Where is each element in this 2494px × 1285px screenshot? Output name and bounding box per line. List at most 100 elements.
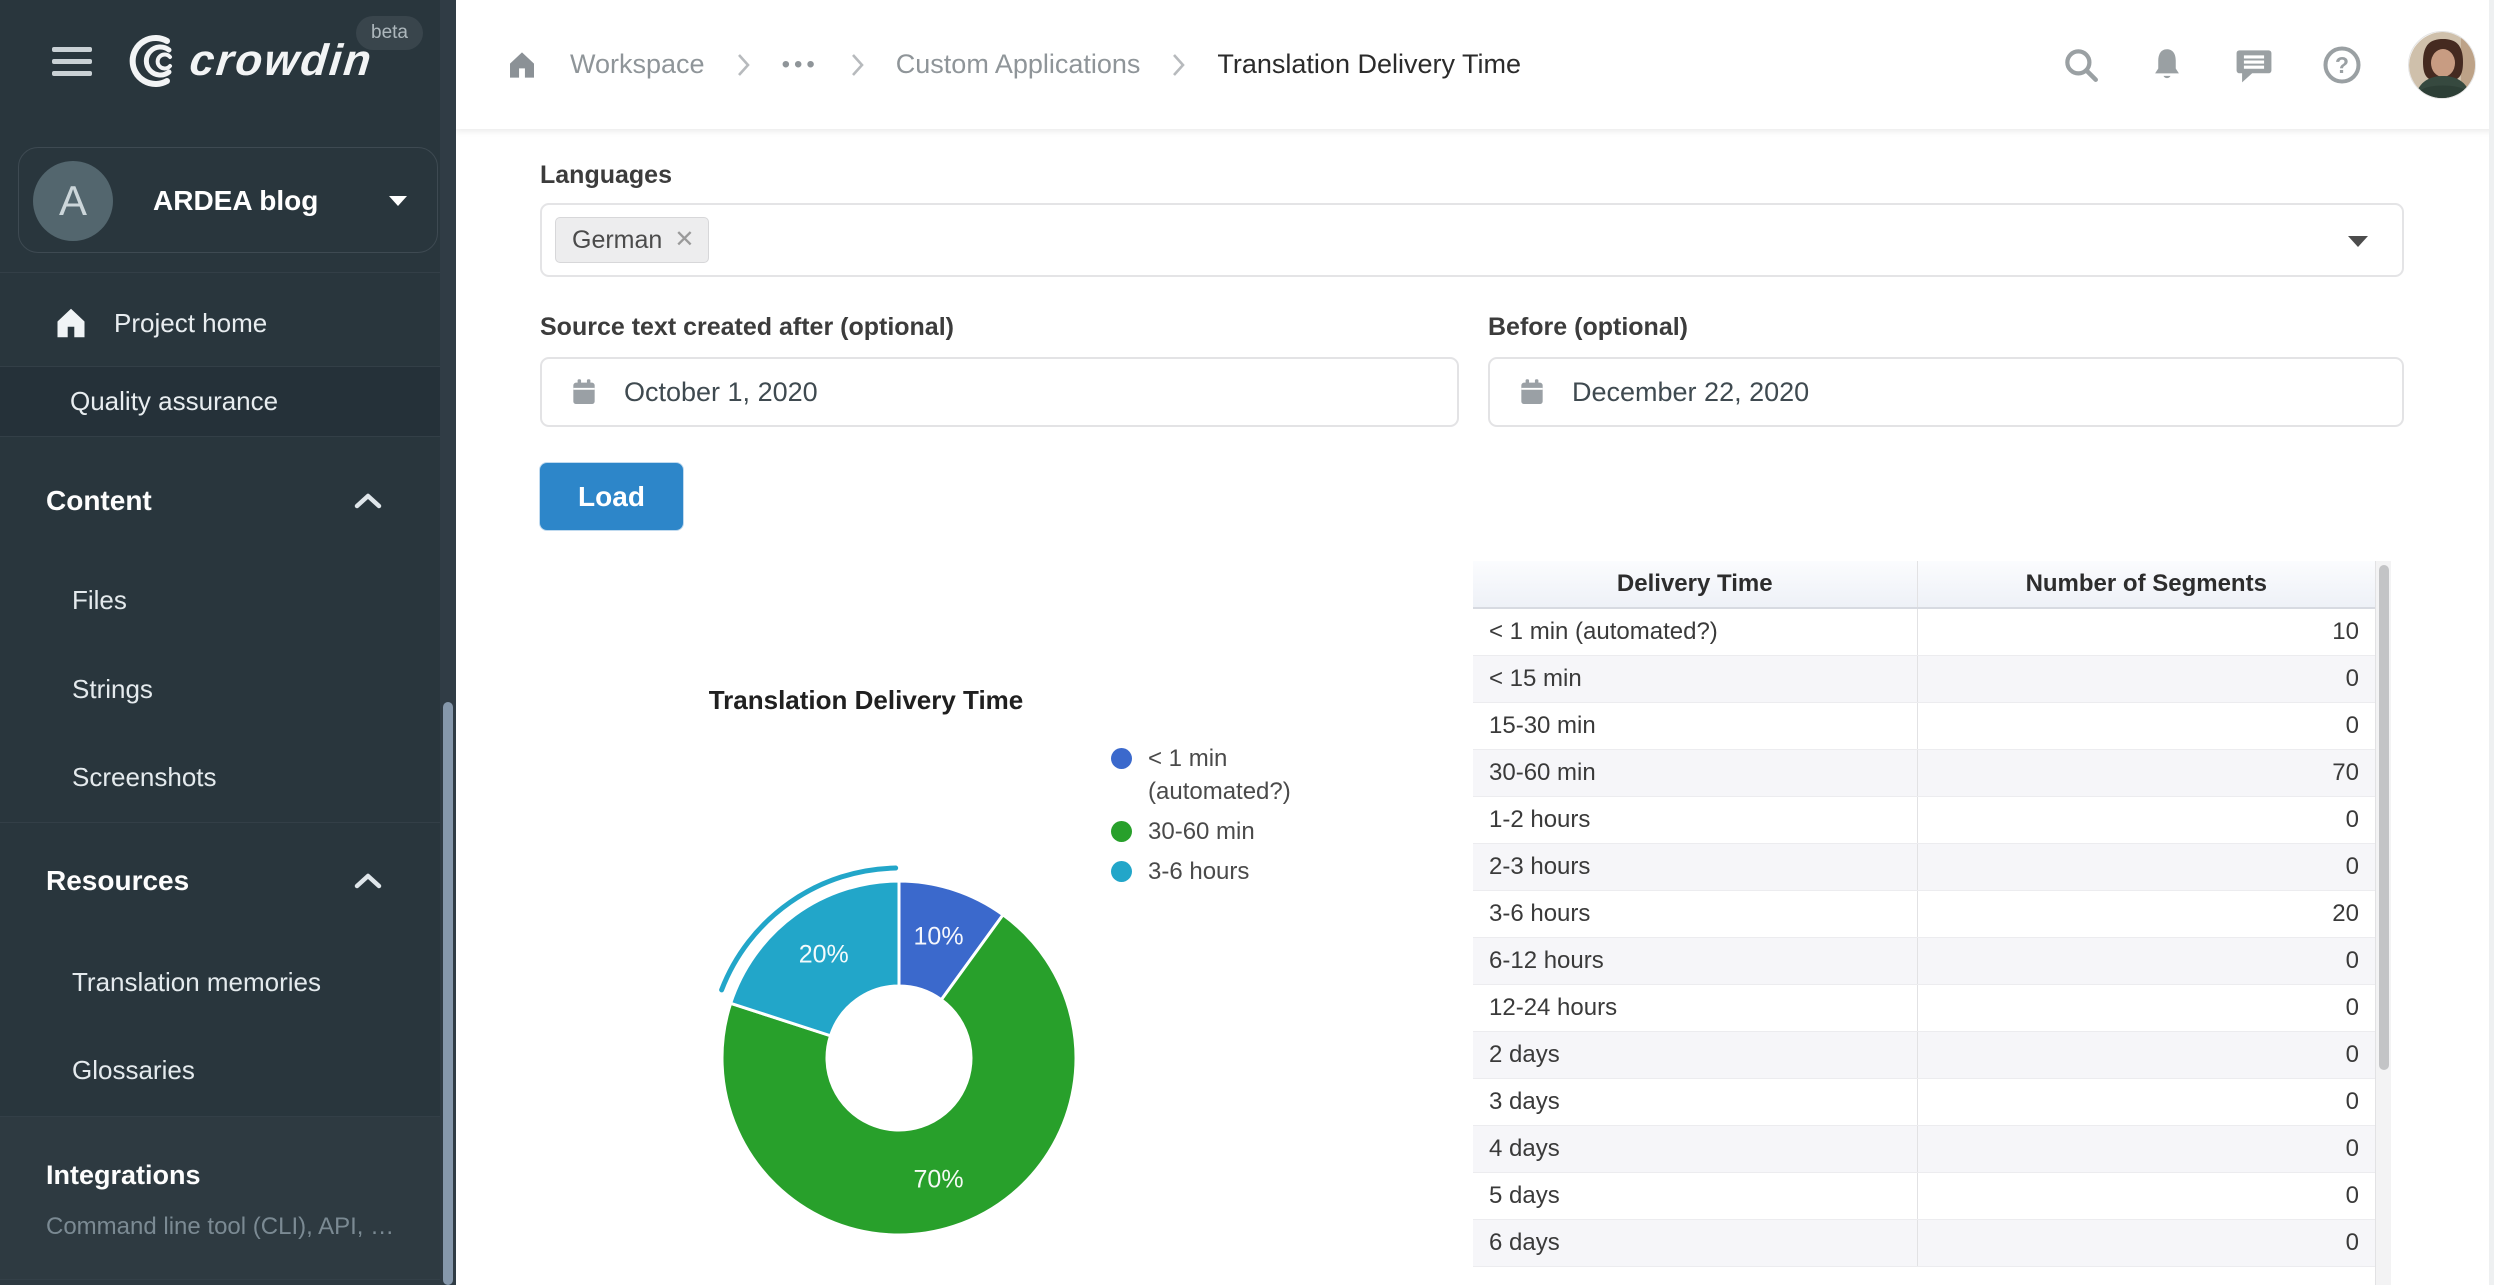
table-cell: 5 days <box>1473 1172 1917 1219</box>
crowdin-swoosh-icon <box>126 34 180 88</box>
breadcrumb-workspace[interactable]: Workspace <box>570 49 705 80</box>
user-avatar[interactable] <box>2408 31 2476 99</box>
sidebar-section-resources[interactable]: Resources <box>0 852 440 910</box>
table-cell: 0 <box>1917 984 2375 1031</box>
divider <box>0 822 440 823</box>
chevron-down-icon <box>389 196 407 206</box>
table-cell: 10 <box>1917 608 2375 655</box>
table-header-row: Delivery Time Number of Segments <box>1473 561 2375 608</box>
chevron-right-icon <box>736 52 751 78</box>
legend-label: 3-6 hours <box>1148 855 1249 888</box>
pie-slice-percent-label: 20% <box>799 940 849 968</box>
legend-label: < 1 min <box>1148 745 1227 772</box>
legend-label: (automated?) <box>1148 778 1291 805</box>
chevron-right-icon <box>1171 52 1186 78</box>
table-cell: 2-3 hours <box>1473 843 1917 890</box>
table-cell: 0 <box>1917 655 2375 702</box>
sidebar-item-quality-assurance[interactable]: Quality assurance <box>0 367 440 436</box>
sidebar-section-integrations[interactable]: Integrations <box>0 1148 440 1202</box>
table-cell: 0 <box>1917 937 2375 984</box>
table-row[interactable]: 15-30 min0 <box>1473 702 2375 749</box>
table-cell: 4 days <box>1473 1125 1917 1172</box>
language-tag-german[interactable]: German ✕ <box>555 217 709 263</box>
before-date-label: Before (optional) <box>1488 313 1688 342</box>
languages-label: Languages <box>540 161 672 190</box>
table-row[interactable]: 5 days0 <box>1473 1172 2375 1219</box>
legend-item[interactable]: 30-60 min <box>1111 815 1291 848</box>
legend-item[interactable]: 3-6 hours <box>1111 855 1291 888</box>
messages-icon[interactable] <box>2232 43 2276 87</box>
breadcrumb-custom-applications[interactable]: Custom Applications <box>896 49 1141 80</box>
table-row[interactable]: 12-24 hours0 <box>1473 984 2375 1031</box>
after-date-input[interactable]: October 1, 2020 <box>540 357 1459 427</box>
sidebar-item-translation-memories[interactable]: Translation memories <box>72 967 321 998</box>
sidebar-section-content[interactable]: Content <box>0 472 440 530</box>
table-row[interactable]: 3 days0 <box>1473 1078 2375 1125</box>
table-row[interactable]: 3-6 hours20 <box>1473 890 2375 937</box>
crowdin-app: crowdin beta A ARDEA blog Project home Q… <box>0 0 2494 1285</box>
table-scrollbar-thumb[interactable] <box>2379 565 2389 1070</box>
table-row[interactable]: < 1 min (automated?)10 <box>1473 608 2375 655</box>
help-icon[interactable]: ? <box>2320 43 2364 87</box>
table-row[interactable]: 6 days0 <box>1473 1219 2375 1266</box>
home-icon[interactable] <box>505 49 539 81</box>
table-cell: 12-24 hours <box>1473 984 1917 1031</box>
sidebar-item-label: Project home <box>114 308 267 339</box>
table-cell: 3-6 hours <box>1473 890 1917 937</box>
load-button[interactable]: Load <box>540 463 683 530</box>
column-header-delivery-time[interactable]: Delivery Time <box>1473 561 1917 608</box>
section-label: Integrations <box>46 1160 201 1191</box>
legend-item[interactable]: < 1 min (automated?) <box>1111 742 1291 808</box>
breadcrumb-current-page: Translation Delivery Time <box>1217 49 1521 80</box>
sidebar-item-glossaries[interactable]: Glossaries <box>72 1055 195 1086</box>
page-scrollbar-track[interactable] <box>2489 0 2494 1285</box>
table-row[interactable]: 2-3 hours0 <box>1473 843 2375 890</box>
table-cell: 0 <box>1917 1219 2375 1266</box>
before-date-input[interactable]: December 22, 2020 <box>1488 357 2404 427</box>
table-row[interactable]: 30-60 min70 <box>1473 749 2375 796</box>
table-cell: 0 <box>1917 702 2375 749</box>
table-cell: 2 days <box>1473 1031 1917 1078</box>
table-scrollbar-track[interactable] <box>2375 561 2391 1285</box>
table-row[interactable]: 1-2 hours0 <box>1473 796 2375 843</box>
sidebar-item-project-home[interactable]: Project home <box>0 280 440 366</box>
table-row[interactable]: < 15 min0 <box>1473 655 2375 702</box>
hamburger-menu-icon[interactable] <box>52 47 92 83</box>
project-avatar: A <box>33 161 113 241</box>
chevron-right-icon <box>850 52 865 78</box>
main-content: Languages German ✕ Source text created a… <box>456 129 2494 1285</box>
table-cell: < 15 min <box>1473 655 1917 702</box>
pie-slice-percent-label: 10% <box>914 922 964 950</box>
languages-select[interactable]: German ✕ <box>540 203 2404 277</box>
table-row[interactable]: 6-12 hours0 <box>1473 937 2375 984</box>
sidebar-item-files[interactable]: Files <box>72 585 127 616</box>
topbar-actions: ? <box>2060 31 2494 99</box>
crowdin-logo-text: crowdin <box>187 36 375 86</box>
beta-badge: beta <box>356 16 423 50</box>
table-cell: 0 <box>1917 1172 2375 1219</box>
table-row[interactable]: 2 days0 <box>1473 1031 2375 1078</box>
project-switcher[interactable]: A ARDEA blog <box>18 147 438 253</box>
segments-table-body: < 1 min (automated?)10< 15 min015-30 min… <box>1473 608 2375 1266</box>
legend-dot-icon <box>1111 748 1132 769</box>
section-label: Resources <box>46 865 189 897</box>
remove-language-icon[interactable]: ✕ <box>674 228 694 252</box>
sidebar-scrollbar-track[interactable] <box>440 0 456 1285</box>
language-tag-label: German <box>572 226 662 255</box>
sidebar-item-strings[interactable]: Strings <box>72 674 153 705</box>
segments-table: Delivery Time Number of Segments < 1 min… <box>1473 561 2391 1285</box>
legend-dot-icon <box>1111 861 1132 882</box>
sidebar-item-screenshots[interactable]: Screenshots <box>72 762 217 793</box>
breadcrumb-ellipsis[interactable]: ••• <box>782 51 819 79</box>
donut-chart[interactable]: 10%70%20% <box>689 848 1109 1268</box>
table-cell: 6 days <box>1473 1219 1917 1266</box>
search-icon[interactable] <box>2060 44 2102 86</box>
sidebar-scrollbar-thumb[interactable] <box>443 702 453 1285</box>
table-row[interactable]: 4 days0 <box>1473 1125 2375 1172</box>
notifications-bell-icon[interactable] <box>2146 44 2188 86</box>
table-cell: 0 <box>1917 1125 2375 1172</box>
column-header-number-of-segments[interactable]: Number of Segments <box>1917 561 2375 608</box>
table-cell: 6-12 hours <box>1473 937 1917 984</box>
before-date-value: December 22, 2020 <box>1572 377 1809 408</box>
crowdin-logo[interactable]: crowdin <box>126 34 373 88</box>
